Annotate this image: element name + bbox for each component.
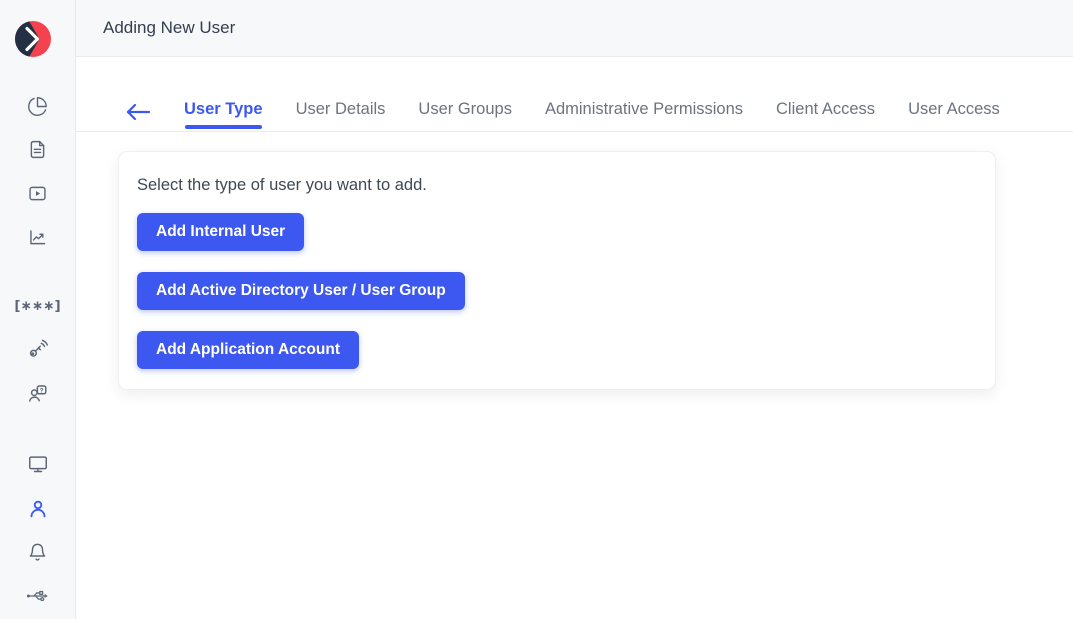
pie-chart-icon[interactable]	[25, 93, 51, 119]
tab-user-access[interactable]: User Access	[908, 100, 1000, 131]
password-brackets-icon[interactable]: [∗∗∗]	[25, 293, 51, 319]
tab-user-details[interactable]: User Details	[296, 100, 386, 131]
tab-administrative-permissions[interactable]: Administrative Permissions	[545, 100, 743, 131]
user-type-card: Select the type of user you want to add.…	[118, 151, 996, 390]
video-player-icon[interactable]	[25, 180, 51, 206]
add-active-directory-user-button[interactable]: Add Active Directory User / User Group	[137, 272, 465, 310]
user-question-icon[interactable]: ?	[25, 381, 51, 407]
sidebar: [∗∗∗] ?	[0, 0, 76, 619]
user-icon[interactable]	[25, 496, 51, 522]
tab-user-type[interactable]: User Type	[184, 100, 263, 131]
line-chart-icon[interactable]	[25, 224, 51, 250]
password-brackets-glyph: [∗∗∗]	[14, 298, 60, 314]
select-user-type-prompt: Select the type of user you want to add.	[137, 176, 977, 195]
usb-icon[interactable]	[25, 583, 51, 609]
add-internal-user-button[interactable]: Add Internal User	[137, 213, 304, 251]
add-application-account-button[interactable]: Add Application Account	[137, 331, 359, 369]
page-title: Adding New User	[103, 18, 235, 38]
wizard-tabs: User Type User Details User Groups Admin…	[76, 58, 1073, 132]
back-arrow-icon[interactable]	[125, 102, 151, 131]
page-header: Adding New User	[76, 0, 1073, 57]
tab-user-groups[interactable]: User Groups	[418, 100, 512, 131]
bell-icon[interactable]	[25, 539, 51, 565]
document-icon[interactable]	[25, 136, 51, 162]
key-signal-icon[interactable]	[25, 336, 51, 362]
brand-logo[interactable]	[15, 21, 51, 57]
monitor-icon[interactable]	[25, 451, 51, 477]
tab-client-access[interactable]: Client Access	[776, 100, 875, 131]
svg-text:?: ?	[39, 387, 43, 394]
